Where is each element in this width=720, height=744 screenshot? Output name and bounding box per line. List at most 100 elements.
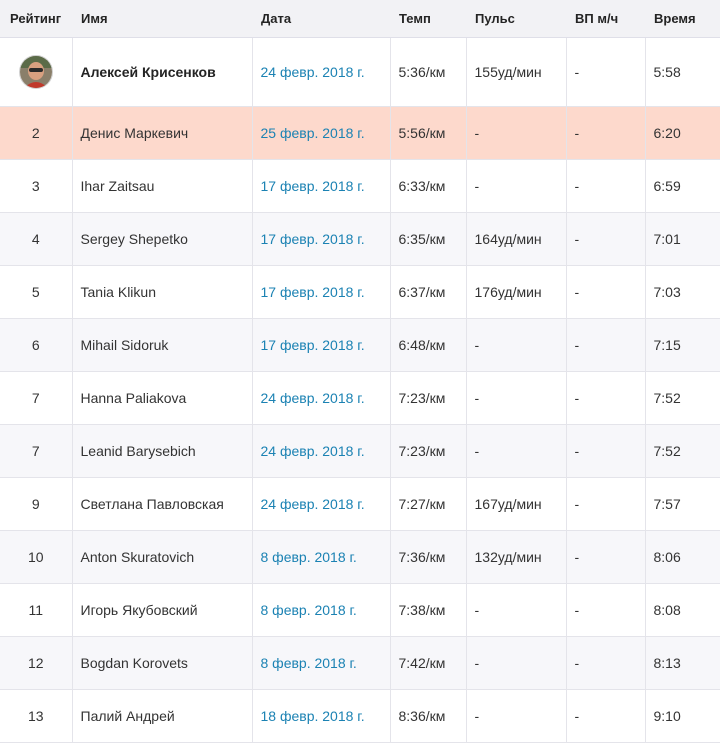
vam-cell: - [566,265,646,319]
athlete-name[interactable]: Игорь Якубовский [72,583,253,637]
date-cell: 24 февр. 2018 г. [252,37,391,107]
pace-cell: 7:38/км [390,583,467,637]
date-link[interactable]: 8 февр. 2018 г. [261,549,357,565]
heart-rate-cell: 167уд/мин [466,477,567,531]
vam-cell: - [566,159,646,213]
heart-rate-cell: - [466,106,567,160]
table-body: Алексей Крисенков 24 февр. 2018 г. 5:36/км… [0,37,720,743]
rank-cell: 13 [0,689,73,743]
column-header-rank[interactable]: Рейтинг [0,0,72,38]
time-cell: 5:58 [645,37,720,107]
heart-rate-cell: - [466,371,567,425]
column-header-heart-rate[interactable]: Пульс [466,0,566,38]
vam-cell: - [566,477,646,531]
pace-cell: 7:36/км [390,530,467,584]
vam-cell: - [566,318,646,372]
vam-cell: - [566,636,646,690]
pace-cell: 7:42/км [390,636,467,690]
athlete-name[interactable]: Светлана Павловская [72,477,253,531]
heart-rate-cell: 155уд/мин [466,37,567,107]
pace-cell: 6:37/км [390,265,467,319]
date-cell: 8 февр. 2018 г. [252,583,391,637]
date-link[interactable]: 8 февр. 2018 г. [261,602,357,618]
heart-rate-cell: 132уд/мин [466,530,567,584]
heart-rate-cell: 164уд/мин [466,212,567,266]
athlete-name[interactable]: Hanna Paliakova [72,371,253,425]
date-link[interactable]: 25 февр. 2018 г. [261,125,365,141]
date-cell: 17 февр. 2018 г. [252,212,391,266]
table-row: 3 Ihar Zaitsau 17 февр. 2018 г. 6:33/км - -6:… [0,159,720,213]
table-row: 7 Hanna Paliakova 24 февр. 2018 г. 7:23/км -… [0,371,720,425]
athlete-name[interactable]: Денис Маркевич [72,106,253,160]
date-cell: 24 февр. 2018 г. [252,477,391,531]
athlete-name[interactable]: Палий Андрей [72,689,253,743]
time-cell: 6:20 [645,106,720,160]
vam-cell: - [566,689,646,743]
time-cell: 7:57 [645,477,720,531]
date-link[interactable]: 17 февр. 2018 г. [261,337,365,353]
athlete-name[interactable]: Ihar Zaitsau [72,159,253,213]
date-link[interactable]: 24 февр. 2018 г. [261,443,365,459]
date-link[interactable]: 17 февр. 2018 г. [261,178,365,194]
date-cell: 8 февр. 2018 г. [252,530,391,584]
table-row: 6 Mihail Sidoruk 17 февр. 2018 г. 6:48/км - -… [0,318,720,372]
rank-cell [0,37,73,107]
table-row: 5 Tania Klikun 17 февр. 2018 г. 6:37/км 176у… [0,265,720,319]
athlete-name[interactable]: Leanid Barysebich [72,424,253,478]
table-row: 4 Sergey Shepetko 17 февр. 2018 г. 6:35/км 1… [0,212,720,266]
time-cell: 8:06 [645,530,720,584]
table-row: 10 Anton Skuratovich 8 февр. 2018 г. 7:36/к… [0,530,720,584]
vam-cell: - [566,583,646,637]
pace-cell: 8:36/км [390,689,467,743]
date-link[interactable]: 24 февр. 2018 г. [261,64,365,80]
date-cell: 17 февр. 2018 г. [252,318,391,372]
date-link[interactable]: 24 февр. 2018 г. [261,496,365,512]
date-link[interactable]: 17 февр. 2018 г. [261,284,365,300]
time-cell: 7:01 [645,212,720,266]
table-row: 11 Игорь Якубовский 8 февр. 2018 г. 7:38/км… [0,583,720,637]
rank-cell: 3 [0,159,73,213]
leaderboard-table: Рейтинг Имя Дата Темп Пульс ВП м/ч Время… [0,0,720,743]
date-cell: 18 февр. 2018 г. [252,689,391,743]
date-cell: 24 февр. 2018 г. [252,424,391,478]
date-link[interactable]: 17 февр. 2018 г. [261,231,365,247]
vam-cell: - [566,530,646,584]
heart-rate-cell: - [466,636,567,690]
time-cell: 9:10 [645,689,720,743]
pace-cell: 7:27/км [390,477,467,531]
date-cell: 17 февр. 2018 г. [252,265,391,319]
athlete-name[interactable]: Sergey Shepetko [72,212,253,266]
heart-rate-cell: - [466,583,567,637]
athlete-name[interactable]: Anton Skuratovich [72,530,253,584]
date-cell: 8 февр. 2018 г. [252,636,391,690]
table-row: Алексей Крисенков 24 февр. 2018 г. 5:36/км… [0,37,720,107]
rank-cell: 11 [0,583,73,637]
athlete-name[interactable]: Bogdan Korovets [72,636,253,690]
rank-cell: 4 [0,212,73,266]
column-header-name[interactable]: Имя [72,0,252,38]
date-link[interactable]: 24 февр. 2018 г. [261,390,365,406]
column-header-time[interactable]: Время [645,0,720,38]
date-link[interactable]: 8 февр. 2018 г. [261,655,357,671]
athlete-name[interactable]: Mihail Sidoruk [72,318,253,372]
pace-cell: 6:48/км [390,318,467,372]
date-cell: 25 февр. 2018 г. [252,106,391,160]
rank-cell: 7 [0,371,73,425]
pace-cell: 6:35/км [390,212,467,266]
date-cell: 24 февр. 2018 г. [252,371,391,425]
athlete-name[interactable]: Алексей Крисенков [72,37,253,107]
date-link[interactable]: 18 февр. 2018 г. [261,708,365,724]
heart-rate-cell: - [466,689,567,743]
pace-cell: 6:33/км [390,159,467,213]
vam-cell: - [566,37,646,107]
rank-cell: 5 [0,265,73,319]
column-header-pace[interactable]: Темп [390,0,466,38]
athlete-name[interactable]: Tania Klikun [72,265,253,319]
column-header-date[interactable]: Дата [252,0,390,38]
table-row: 13 Палий Андрей 18 февр. 2018 г. 8:36/км - -9… [0,689,720,743]
vam-cell: - [566,371,646,425]
avatar-icon[interactable] [18,55,53,89]
column-header-vam[interactable]: ВП м/ч [566,0,645,38]
rank-cell: 6 [0,318,73,372]
time-cell: 7:15 [645,318,720,372]
